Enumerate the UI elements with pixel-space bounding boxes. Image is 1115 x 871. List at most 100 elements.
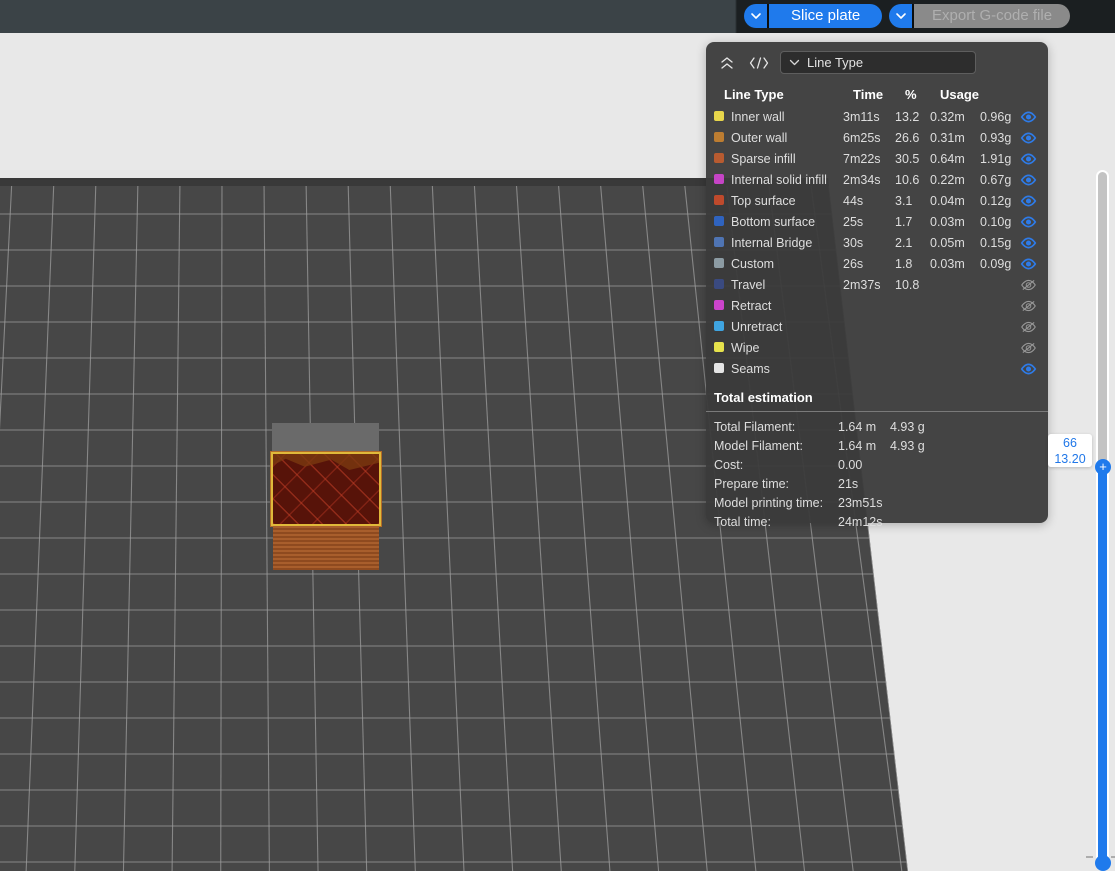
total-estimation-row: Model Filament: 1.64 m 4.93 g xyxy=(706,436,1048,455)
line-type-usage-weight: 0.96g xyxy=(980,110,1020,124)
line-type-percent: 1.7 xyxy=(895,215,930,229)
line-type-usage-length: 0.31m xyxy=(930,131,980,145)
visibility-toggle[interactable] xyxy=(1020,237,1044,249)
collapse-panel-button[interactable] xyxy=(716,54,738,72)
code-brackets-icon xyxy=(749,56,769,70)
eye-hidden-icon xyxy=(1020,300,1037,312)
line-type-usage-weight: 0.93g xyxy=(980,131,1020,145)
line-type-usage-weight: 0.15g xyxy=(980,236,1020,250)
layer-slider-track[interactable] xyxy=(1096,170,1109,865)
visibility-toggle[interactable] xyxy=(1020,363,1044,375)
eye-visible-icon xyxy=(1020,258,1037,270)
line-type-percent: 30.5 xyxy=(895,152,930,166)
eye-visible-icon xyxy=(1020,195,1037,207)
line-type-usage-length: 0.03m xyxy=(930,257,980,271)
line-type-label: Sparse infill xyxy=(731,152,843,166)
line-type-percent: 26.6 xyxy=(895,131,930,145)
total-estimation-row: Cost: 0.00 xyxy=(706,455,1048,474)
eye-visible-icon xyxy=(1020,132,1037,144)
line-type-time: 2m37s xyxy=(843,278,895,292)
line-type-time: 7m22s xyxy=(843,152,895,166)
line-type-label: Travel xyxy=(731,278,843,292)
line-type-color-swatch xyxy=(714,342,724,352)
total-value-2: 4.93 g xyxy=(890,420,1048,434)
total-estimation-row: Prepare time: 21s xyxy=(706,474,1048,493)
legend-panel-header: Line Type xyxy=(706,42,1048,78)
visibility-toggle[interactable] xyxy=(1020,216,1044,228)
sliced-model-top-face[interactable] xyxy=(271,452,381,526)
column-header-time: Time xyxy=(853,87,905,102)
legend-row: Seams xyxy=(706,358,1048,379)
legend-row: Bottom surface 25s 1.7 0.03m 0.10g xyxy=(706,211,1048,232)
eye-visible-icon xyxy=(1020,363,1037,375)
export-dropdown-button[interactable] xyxy=(889,4,912,28)
visibility-toggle[interactable] xyxy=(1020,342,1044,354)
view-mode-dropdown[interactable]: Line Type xyxy=(780,51,976,74)
line-type-color-swatch xyxy=(714,237,724,247)
chevron-down-icon xyxy=(789,59,800,66)
eye-hidden-icon xyxy=(1020,279,1037,291)
line-type-label: Unretract xyxy=(731,320,843,334)
line-type-percent: 10.6 xyxy=(895,173,930,187)
line-type-label: Seams xyxy=(731,362,843,376)
visibility-toggle[interactable] xyxy=(1020,195,1044,207)
visibility-toggle[interactable] xyxy=(1020,153,1044,165)
total-estimation-title: Total estimation xyxy=(706,379,1048,411)
eye-visible-icon xyxy=(1020,216,1037,228)
total-label: Total time: xyxy=(714,515,838,529)
visibility-toggle[interactable] xyxy=(1020,300,1044,312)
total-value-2: 4.93 g xyxy=(890,439,1048,453)
line-type-time: 6m25s xyxy=(843,131,895,145)
sliced-model-front-face[interactable] xyxy=(273,526,379,570)
line-type-label: Internal solid infill xyxy=(731,173,843,187)
visibility-toggle[interactable] xyxy=(1020,132,1044,144)
line-type-color-swatch xyxy=(714,153,724,163)
visibility-toggle[interactable] xyxy=(1020,111,1044,123)
slider-tick-left xyxy=(1086,856,1093,858)
line-type-time: 25s xyxy=(843,215,895,229)
total-value-1: 1.64 m xyxy=(838,439,890,453)
gcode-viewer-button[interactable] xyxy=(748,54,770,72)
eye-hidden-icon xyxy=(1020,321,1037,333)
line-type-color-swatch xyxy=(714,174,724,184)
line-type-usage-weight: 0.09g xyxy=(980,257,1020,271)
line-type-color-swatch xyxy=(714,279,724,289)
total-label: Cost: xyxy=(714,458,838,472)
slice-plate-button[interactable]: Slice plate xyxy=(769,4,882,28)
visibility-toggle[interactable] xyxy=(1020,321,1044,333)
line-type-color-swatch xyxy=(714,111,724,121)
legend-row: Custom 26s 1.8 0.03m 0.09g xyxy=(706,253,1048,274)
double-chevron-up-icon xyxy=(719,56,735,70)
eye-visible-icon xyxy=(1020,237,1037,249)
line-type-percent: 3.1 xyxy=(895,194,930,208)
chevron-down-icon xyxy=(750,12,762,20)
line-type-percent: 2.1 xyxy=(895,236,930,250)
line-type-label: Bottom surface xyxy=(731,215,843,229)
line-type-label: Outer wall xyxy=(731,131,843,145)
eye-visible-icon xyxy=(1020,111,1037,123)
line-type-usage-length: 0.32m xyxy=(930,110,980,124)
visibility-toggle[interactable] xyxy=(1020,174,1044,186)
chevron-down-icon xyxy=(895,12,907,20)
visibility-toggle[interactable] xyxy=(1020,258,1044,270)
legend-table-header: Line Type Time % Usage xyxy=(706,78,1048,106)
line-type-color-swatch xyxy=(714,300,724,310)
layer-number: 66 xyxy=(1048,436,1092,452)
total-label: Model Filament: xyxy=(714,439,838,453)
column-header-percent: % xyxy=(905,87,940,102)
legend-table: Inner wall 3m11s 13.2 0.32m 0.96g xyxy=(706,106,1048,379)
slice-dropdown-button[interactable] xyxy=(744,4,767,28)
layer-slider-lower-handle[interactable] xyxy=(1095,855,1111,871)
line-type-time: 30s xyxy=(843,236,895,250)
visibility-toggle[interactable] xyxy=(1020,279,1044,291)
layer-slider-upper-handle[interactable]: + xyxy=(1095,459,1111,475)
export-gcode-button[interactable]: Export G-code file xyxy=(914,4,1070,28)
line-type-color-swatch xyxy=(714,321,724,331)
line-type-color-swatch xyxy=(714,363,724,373)
line-type-usage-length: 0.03m xyxy=(930,215,980,229)
line-type-time: 26s xyxy=(843,257,895,271)
legend-row: Inner wall 3m11s 13.2 0.32m 0.96g xyxy=(706,106,1048,127)
total-estimation-row: Model printing time: 23m51s xyxy=(706,493,1048,512)
column-header-usage: Usage xyxy=(940,87,1030,102)
view-mode-value: Line Type xyxy=(807,55,863,70)
